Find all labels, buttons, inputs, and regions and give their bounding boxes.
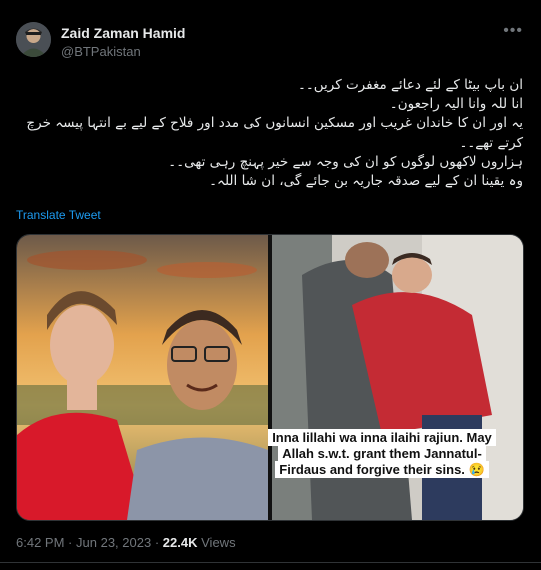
meta-separator: ·: [68, 535, 73, 550]
tweet-meta: 6:42 PM · Jun 23, 2023 · 22.4K Views: [16, 535, 236, 550]
image-caption-text: Inna lillahi wa inna ilaihi rajiun. May …: [268, 429, 496, 478]
views-label: Views: [201, 535, 236, 550]
translate-tweet-link[interactable]: Translate Tweet: [16, 208, 101, 222]
divider: [0, 562, 541, 563]
author-name[interactable]: Zaid Zaman Hamid: [61, 25, 185, 41]
tweet-line: ان باپ بیٹا کے لئے دعائے مغفرت کریں۔۔: [297, 77, 523, 93]
author-handle[interactable]: @BTPakistan: [61, 44, 141, 59]
views-count[interactable]: 22.4K: [163, 535, 198, 550]
tweet-time[interactable]: 6:42 PM: [16, 535, 64, 550]
meta-separator: ·: [154, 535, 160, 550]
author-avatar[interactable]: [16, 22, 51, 57]
tweet-text: ان باپ بیٹا کے لئے دعائے مغفرت کریں۔۔ ان…: [16, 76, 523, 191]
tweet-date[interactable]: Jun 23, 2023: [76, 535, 151, 550]
more-dots-icon[interactable]: •••: [503, 22, 523, 40]
image-caption: Inna lillahi wa inna ilaihi rajiun. May …: [258, 429, 506, 478]
avatar-image: [16, 22, 51, 57]
tweet-line: یہ اور ان کا خاندان غریب اور مسکین انسان…: [26, 115, 523, 151]
tweet-line: ہزاروں لاکھوں لوگوں کو ان کی وجہ سے خیر …: [168, 153, 523, 170]
tweet-line: وہ یقینا ان کے لیے صدقہ جاریہ بن جائے گی…: [209, 173, 523, 190]
tweet-line: انا للہ وانا الیہ راجعون۔: [389, 96, 523, 113]
photo-father-son-sunset[interactable]: [17, 235, 268, 520]
